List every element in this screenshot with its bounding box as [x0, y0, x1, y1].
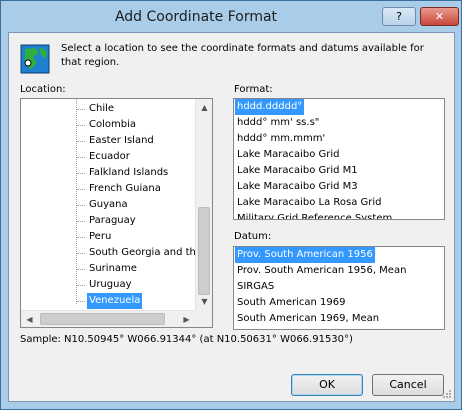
- sample-text: Sample: N10.50945° W066.91344° (at N10.5…: [20, 334, 353, 345]
- location-vscrollbar[interactable]: ▲ ▼: [195, 99, 212, 310]
- dialog-window: Add Coordinate Format ? ✕ Select a locat…: [0, 0, 462, 410]
- location-item[interactable]: Venezuela: [87, 293, 143, 309]
- location-item[interactable]: Easter Island: [87, 133, 156, 149]
- tree-branch: [77, 269, 85, 270]
- location-item[interactable]: Guyana: [87, 197, 130, 213]
- tree-branch: [77, 285, 85, 286]
- tree-branch: [77, 221, 85, 222]
- tree-branch: [77, 205, 85, 206]
- datum-list[interactable]: Prov. South American 1956 Prov. South Ame…: [233, 246, 445, 330]
- close-button[interactable]: ✕: [420, 7, 459, 26]
- format-item[interactable]: Lake Maracaibo La Rosa Grid: [235, 195, 384, 211]
- datum-item[interactable]: Prov. South American 1956, Mean: [235, 263, 408, 279]
- datum-label: Datum:: [234, 231, 271, 242]
- datum-item[interactable]: World Geodetic System 1984: [235, 327, 385, 329]
- tree-branch: [77, 109, 85, 110]
- ok-button[interactable]: OK: [291, 374, 363, 396]
- scroll-right-icon[interactable]: ▶: [178, 311, 195, 327]
- datum-item[interactable]: South American 1969, Mean: [235, 311, 381, 327]
- location-hscrollbar[interactable]: ◀ ▶: [21, 310, 195, 327]
- format-item[interactable]: Military Grid Reference System: [235, 211, 394, 219]
- format-item[interactable]: hddd° mm' ss.s": [235, 115, 321, 131]
- dialog-body: Select a location to see the coordinate …: [8, 32, 455, 402]
- scroll-thumb[interactable]: [198, 207, 210, 295]
- datum-label-text: Datum:: [234, 231, 272, 242]
- scroll-up-icon[interactable]: ▲: [196, 99, 212, 116]
- tree-branch: [77, 237, 85, 238]
- window-title: Add Coordinate Format: [114, 9, 278, 25]
- tree-branch: [77, 125, 85, 126]
- datum-item[interactable]: Prov. South American 1956: [235, 247, 375, 263]
- globe-map-icon: [20, 44, 50, 74]
- datum-item[interactable]: South American 1969: [235, 295, 347, 311]
- location-item[interactable]: Chile: [87, 101, 116, 117]
- hscroll-thumb[interactable]: [40, 313, 165, 325]
- scroll-corner: [195, 310, 212, 327]
- location-item[interactable]: French Guiana: [87, 181, 163, 197]
- tree-branch: [77, 189, 85, 190]
- location-label-text: Location:: [20, 84, 66, 95]
- format-item[interactable]: hddd° mm.mmm': [235, 131, 327, 147]
- tree-branch: [77, 173, 85, 174]
- format-item[interactable]: Lake Maracaibo Grid M3: [235, 179, 360, 195]
- format-item[interactable]: Lake Maracaibo Grid M1: [235, 163, 360, 179]
- location-item[interactable]: Peru: [87, 229, 113, 245]
- tree-connector: [76, 99, 77, 304]
- format-item[interactable]: hddd.ddddd°: [235, 99, 305, 115]
- format-label: Format:: [234, 84, 273, 95]
- intro-text: Select a location to see the coordinate …: [61, 43, 424, 68]
- location-item[interactable]: Colombia: [87, 117, 138, 133]
- tree-branch: [77, 157, 85, 158]
- location-item[interactable]: Falkland Islands: [87, 165, 170, 181]
- title-bar[interactable]: Add Coordinate Format ? ✕: [1, 1, 461, 33]
- location-tree[interactable]: Chile Colombia Easter Island Ecuador Falklan…: [20, 98, 213, 328]
- resize-grip-icon[interactable]: [442, 389, 452, 399]
- location-label: Location:: [20, 84, 66, 95]
- tree-branch: [77, 141, 85, 142]
- cancel-button[interactable]: Cancel: [372, 374, 444, 396]
- location-item[interactable]: Paraguay: [87, 213, 138, 229]
- tree-branch: [77, 301, 85, 302]
- scroll-down-icon[interactable]: ▼: [196, 293, 212, 310]
- datum-item[interactable]: SIRGAS: [235, 279, 276, 295]
- location-item[interactable]: Suriname: [87, 261, 139, 277]
- scroll-left-icon[interactable]: ◀: [21, 311, 38, 327]
- format-list[interactable]: hddd.ddddd° hddd° mm' ss.s" hddd° mm.mmm' L…: [233, 98, 445, 220]
- location-item[interactable]: Uruguay: [87, 277, 134, 293]
- format-item[interactable]: Lake Maracaibo Grid: [235, 147, 342, 163]
- format-label-text: Format:: [234, 84, 273, 95]
- help-button[interactable]: ?: [382, 7, 416, 26]
- location-item[interactable]: Ecuador: [87, 149, 132, 165]
- tree-branch: [77, 253, 85, 254]
